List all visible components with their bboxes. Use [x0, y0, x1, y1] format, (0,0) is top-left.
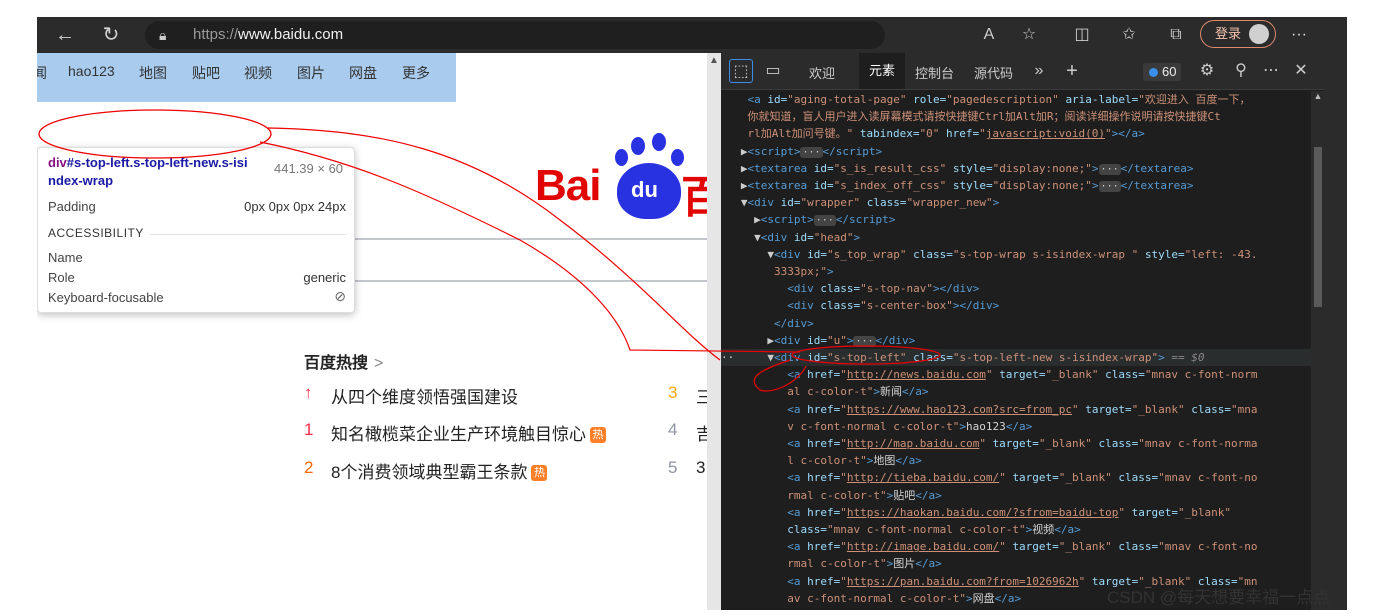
annotation-line	[259, 141, 801, 353]
annotation-circle-node	[791, 345, 941, 365]
watermark: CSDN @每天想要幸福一点点	[1107, 588, 1331, 607]
red-annotation	[38, 109, 941, 392]
annotation-line	[267, 127, 721, 361]
annotation-scribble	[753, 359, 807, 392]
annotation-circle-selector	[38, 109, 272, 159]
